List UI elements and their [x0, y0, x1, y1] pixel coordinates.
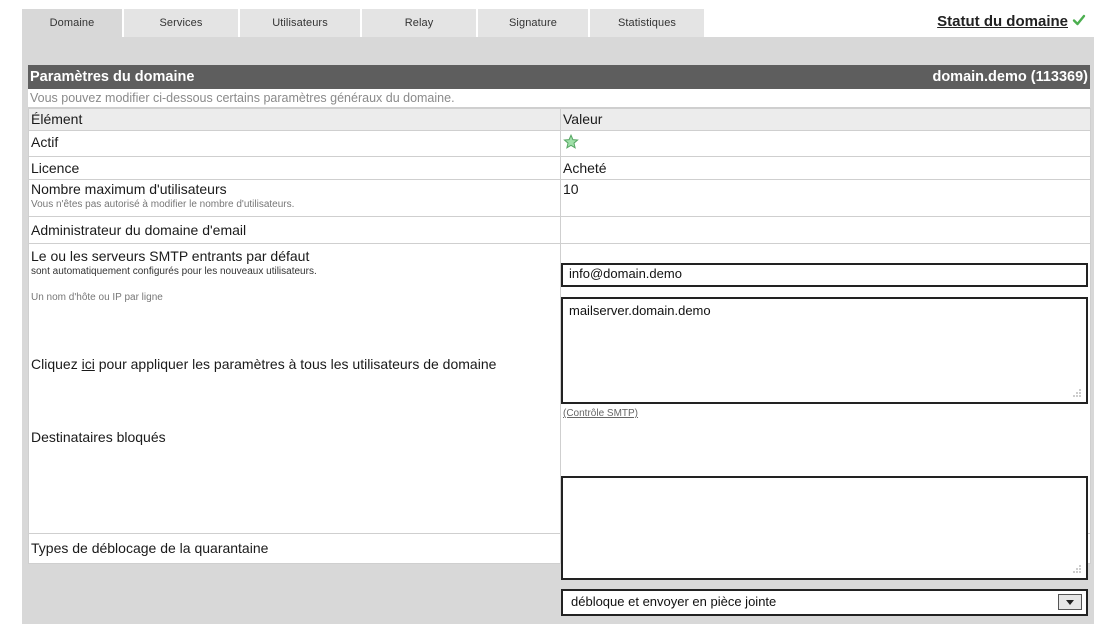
column-header-element: Élément [28, 108, 561, 131]
blocked-recipients-textarea[interactable] [561, 476, 1088, 580]
admin-label: Administrateur du domaine d'email [28, 216, 561, 244]
smtp-check-link[interactable]: (Contrôle SMTP) [563, 408, 638, 419]
max-users-label: Nombre maximum d'utilisateurs [31, 181, 227, 197]
table-header-row: Élément Valeur [28, 108, 1091, 131]
table-row-admin: Administrateur du domaine d'email [28, 216, 1091, 244]
resize-grip-icon[interactable] [1072, 388, 1082, 398]
smtp-note: sont automatiquement configurés pour les… [31, 266, 317, 277]
tab-bar: Domaine Services Utilisateurs Relay Sign… [0, 0, 1094, 46]
quarantine-type-select[interactable]: débloque et envoyer en pièce jointe [561, 589, 1088, 616]
column-header-value: Valeur [560, 108, 1091, 131]
tab-signature[interactable]: Signature [478, 9, 588, 37]
max-users-value: 10 [560, 179, 1091, 217]
actif-label: Actif [28, 130, 561, 157]
domain-name: domain.demo (113369) [932, 69, 1088, 85]
smtp-servers-value: mailserver.domain.demo [569, 303, 711, 318]
tab-domaine[interactable]: Domaine [22, 9, 122, 37]
max-users-cell: Nombre maximum d'utilisateurs Vous n'ête… [28, 179, 561, 217]
smtp-cell: Le ou les serveurs SMTP entrants par déf… [28, 243, 561, 426]
star-icon [563, 133, 579, 149]
table-row-actif: Actif [28, 130, 1091, 157]
dropdown-button[interactable] [1058, 594, 1082, 610]
licence-value: Acheté [560, 156, 1091, 180]
panel-header: Paramètres du domaine domain.demo (11336… [28, 65, 1090, 89]
quarantine-label: Types de déblocage de la quarantaine [28, 533, 561, 564]
tab-utilisateurs[interactable]: Utilisateurs [240, 9, 360, 37]
smtp-label: Le ou les serveurs SMTP entrants par déf… [31, 248, 310, 264]
resize-grip-icon[interactable] [1072, 564, 1082, 574]
panel-description: Vous pouvez modifier ci-dessous certains… [28, 89, 1090, 108]
smtp-hint: Un nom d'hôte ou IP par ligne [31, 292, 163, 303]
actif-value [560, 130, 1091, 157]
blocked-label: Destinataires bloqués [28, 425, 561, 534]
tab-strip [22, 37, 1094, 46]
apply-all-text: Cliquez ici pour appliquer les paramètre… [31, 354, 558, 374]
quarantine-selected-value: débloque et envoyer en pièce jointe [571, 594, 777, 609]
tab-services[interactable]: Services [124, 9, 238, 37]
table-row-max-users: Nombre maximum d'utilisateurs Vous n'ête… [28, 179, 1091, 217]
table-row-licence: Licence Acheté [28, 156, 1091, 180]
max-users-note: Vous n'êtes pas autorisé à modifier le n… [31, 199, 295, 210]
domain-status-link[interactable]: Statut du domaine [937, 13, 1068, 30]
panel-title: Paramètres du domaine [30, 69, 195, 85]
apply-prefix: Cliquez [31, 356, 82, 372]
tab-relay[interactable]: Relay [362, 9, 476, 37]
admin-email-input[interactable]: info@domain.demo [561, 263, 1088, 287]
chevron-down-icon [1066, 600, 1074, 605]
apply-suffix: pour appliquer les paramètres à tous les… [94, 356, 497, 372]
check-icon [1072, 14, 1086, 26]
admin-value-cell [560, 216, 1091, 244]
licence-label: Licence [28, 156, 561, 180]
tab-statistiques[interactable]: Statistiques [590, 9, 704, 37]
smtp-servers-textarea[interactable]: mailserver.domain.demo [561, 297, 1088, 404]
apply-here-link[interactable]: ici [82, 356, 95, 372]
